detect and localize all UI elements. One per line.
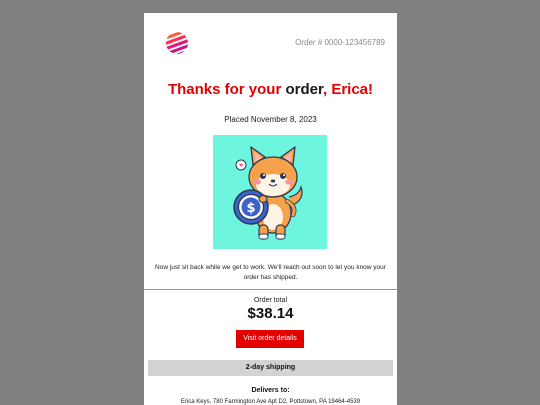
hero-image: $	[213, 135, 327, 249]
svg-text:$: $	[246, 201, 255, 216]
heading-part-1: Thanks for your	[167, 81, 286, 98]
shipping-method-banner: 2-day shipping	[148, 360, 393, 376]
order-number: Order # 0000-123456789	[295, 38, 385, 47]
heading-part-3: , Erica!	[323, 81, 374, 98]
heading-part-2: order	[285, 81, 323, 98]
status-message: Now just sit back while we get to work. …	[155, 264, 386, 281]
delivery-address: Erica Keys, 780 Farmington Ave Apt D2, P…	[180, 399, 361, 405]
divider	[144, 289, 397, 290]
visit-order-details-button[interactable]: Visit order details	[236, 330, 304, 348]
globe-logo-icon	[166, 32, 188, 54]
order-total-amount: $38.14	[247, 305, 294, 322]
order-total-label: Order total	[253, 297, 288, 304]
thank-you-heading: Thanks for your order, Erica!	[144, 81, 397, 98]
placed-date: Placed November 8, 2023	[224, 115, 317, 124]
email-card: Order # 0000-123456789 Thanks for your o…	[144, 13, 397, 405]
shiba-coin-illustration: $	[233, 146, 303, 240]
delivers-to-label: Delivers to:	[251, 387, 290, 394]
